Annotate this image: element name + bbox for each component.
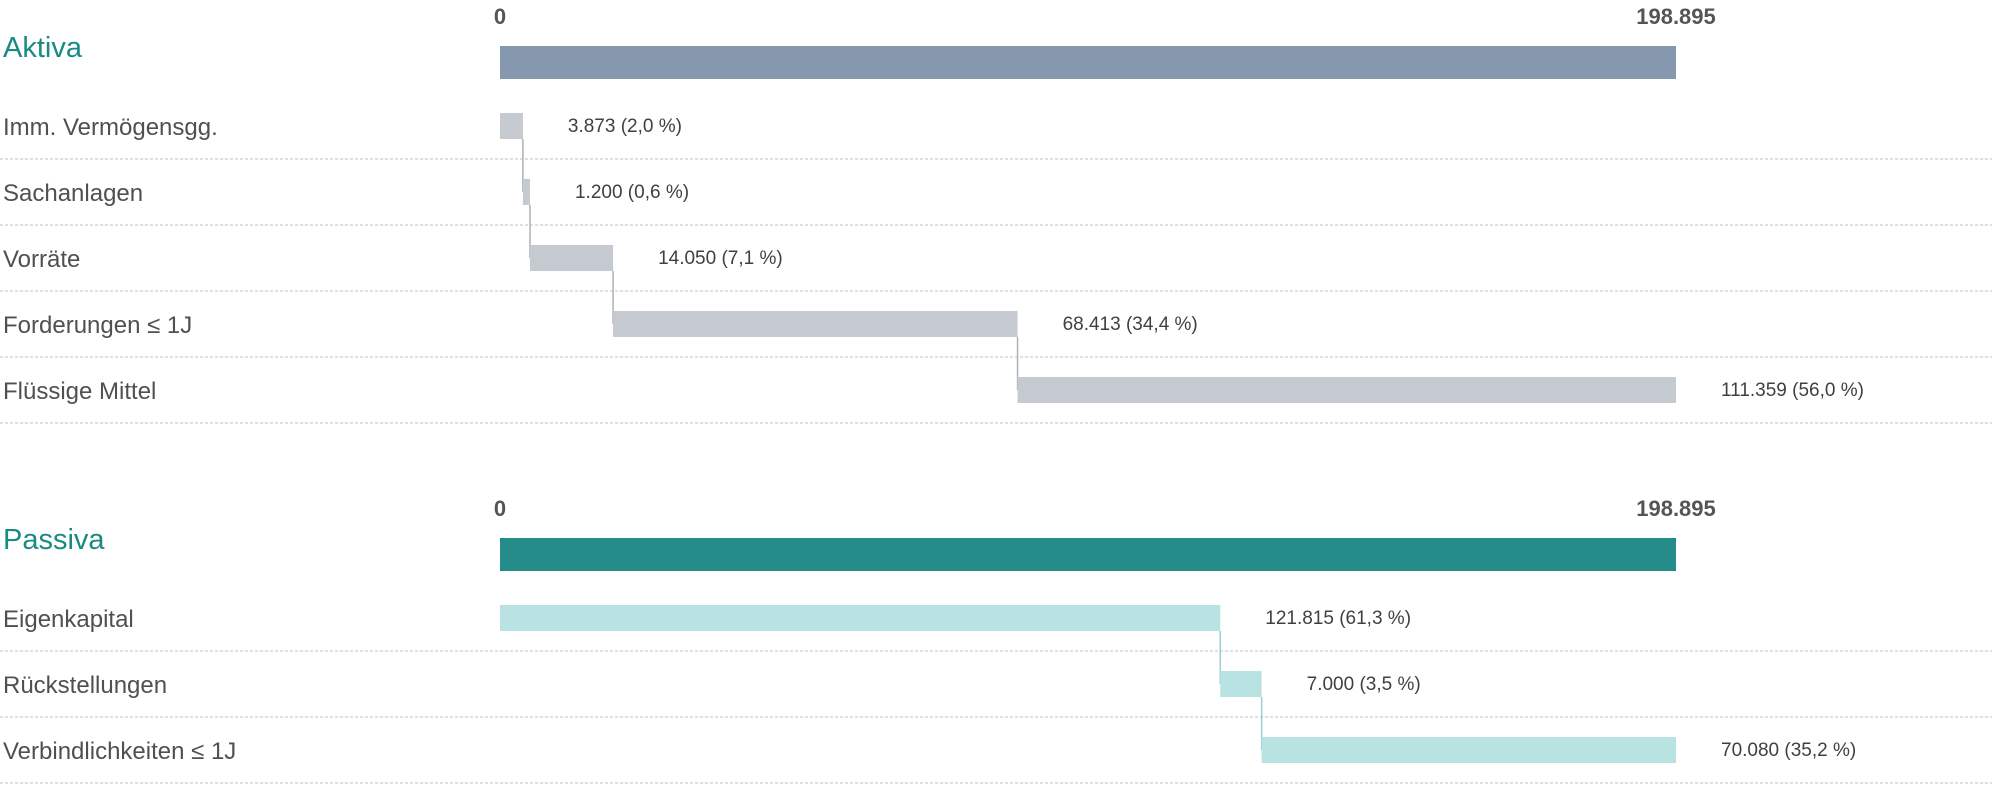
passiva-category-label: Eigenkapital — [3, 606, 134, 633]
passiva-value-label: 7.000 (3,5 %) — [1307, 674, 1421, 695]
passiva-section-title: Passiva — [3, 524, 105, 556]
aktiva-value-label: 1.200 (0,6 %) — [575, 182, 689, 203]
passiva-axis-min-label: 0 — [494, 496, 506, 521]
aktiva-total-bar — [500, 46, 1676, 79]
aktiva-category-label: Vorräte — [3, 246, 80, 273]
aktiva-bar — [522, 179, 530, 205]
aktiva-axis-max-label: 198.895 — [1636, 4, 1716, 29]
aktiva-bar — [529, 245, 614, 271]
aktiva-section-title: Aktiva — [3, 32, 83, 64]
passiva-value-label: 121.815 (61,3 %) — [1265, 608, 1411, 629]
balance-waterfall-chart: Aktiva 0 198.895 Imm. Vermögensgg. 3.873 (2,… — [0, 4, 1992, 784]
passiva-category-label: Rückstellungen — [3, 672, 167, 699]
aktiva-bar — [613, 311, 1018, 337]
aktiva-category-label: Flüssige Mittel — [3, 378, 156, 405]
aktiva-value-label: 68.413 (34,4 %) — [1063, 314, 1198, 335]
aktiva-bar — [1017, 377, 1676, 403]
passiva-category-label: Verbindlichkeiten ≤ 1J — [3, 738, 236, 765]
passiva-value-label: 70.080 (35,2 %) — [1721, 740, 1856, 761]
aktiva-category-label: Forderungen ≤ 1J — [3, 312, 192, 339]
aktiva-bar — [500, 113, 523, 139]
aktiva-value-label: 14.050 (7,1 %) — [658, 248, 783, 269]
passiva-total-bar — [500, 538, 1676, 571]
aktiva-category-label: Imm. Vermögensgg. — [3, 114, 218, 141]
passiva-bar — [1261, 737, 1676, 763]
aktiva-category-label: Sachanlagen — [3, 180, 143, 207]
aktiva-value-label: 111.359 (56,0 %) — [1721, 380, 1864, 401]
passiva-axis-max-label: 198.895 — [1636, 496, 1716, 521]
passiva-bar — [500, 605, 1221, 631]
aktiva-value-label: 3.873 (2,0 %) — [568, 116, 682, 137]
passiva-bar — [1220, 671, 1262, 697]
aktiva-axis-min-label: 0 — [494, 4, 506, 29]
